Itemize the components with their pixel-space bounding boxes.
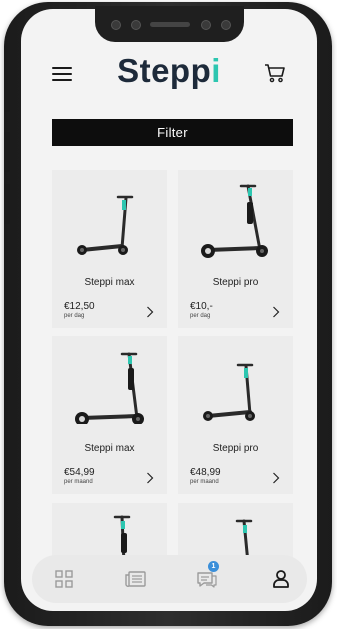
logo-text: Stepp <box>117 52 212 89</box>
logo-accent-letter: i <box>211 52 221 89</box>
side-button <box>4 90 10 112</box>
notch <box>95 6 244 42</box>
price-unit: per dag <box>64 313 85 319</box>
product-card[interactable]: Steppi max €12,50 per dag <box>52 170 167 328</box>
product-price: €54,99 <box>64 467 95 478</box>
news-icon[interactable] <box>124 567 148 591</box>
product-name: Steppi max <box>84 443 135 454</box>
sensor-dot <box>201 20 211 30</box>
chevron-right-icon[interactable] <box>272 472 280 484</box>
product-card[interactable]: Steppi pro €48,99 per maand <box>178 336 293 494</box>
scooter-image <box>235 519 253 563</box>
product-name: Steppi max <box>84 277 135 288</box>
product-card[interactable]: Steppi pro €10,- per dag <box>178 170 293 328</box>
user-icon[interactable] <box>269 567 293 591</box>
grid-icon[interactable] <box>52 567 76 591</box>
chevron-right-icon[interactable] <box>146 306 154 318</box>
product-price: €10,- <box>190 301 213 312</box>
notification-badge: 1 <box>208 561 219 572</box>
scooter-image <box>203 363 255 421</box>
product-price: €48,99 <box>190 467 221 478</box>
scooter-image <box>75 352 144 424</box>
sensor-dot <box>111 20 121 30</box>
scooter-image <box>201 184 268 258</box>
product-card[interactable] <box>178 503 293 563</box>
speaker <box>150 22 190 27</box>
price-unit: per maand <box>190 479 219 485</box>
price-unit: per maand <box>64 479 93 485</box>
side-button <box>4 184 10 224</box>
product-name: Steppi pro <box>212 443 259 454</box>
sensor-dot <box>221 20 231 30</box>
camera-dot <box>131 20 141 30</box>
price-unit: per dag <box>190 313 211 319</box>
chevron-right-icon[interactable] <box>146 472 154 484</box>
bottom-nav: 1 <box>32 555 307 603</box>
product-price: €12,50 <box>64 301 95 312</box>
side-button <box>4 132 10 172</box>
app-header: Steppi <box>21 50 317 94</box>
product-card[interactable]: Steppi max €54,99 per maand <box>52 336 167 494</box>
chevron-right-icon[interactable] <box>272 306 280 318</box>
chat-nav-item[interactable]: 1 <box>195 561 219 591</box>
product-card[interactable] <box>52 503 167 563</box>
product-name: Steppi pro <box>212 277 259 288</box>
filter-button[interactable]: Filter <box>52 119 293 146</box>
cart-icon[interactable] <box>264 63 286 83</box>
scooter-image <box>113 515 131 563</box>
scooter-image <box>77 195 134 255</box>
